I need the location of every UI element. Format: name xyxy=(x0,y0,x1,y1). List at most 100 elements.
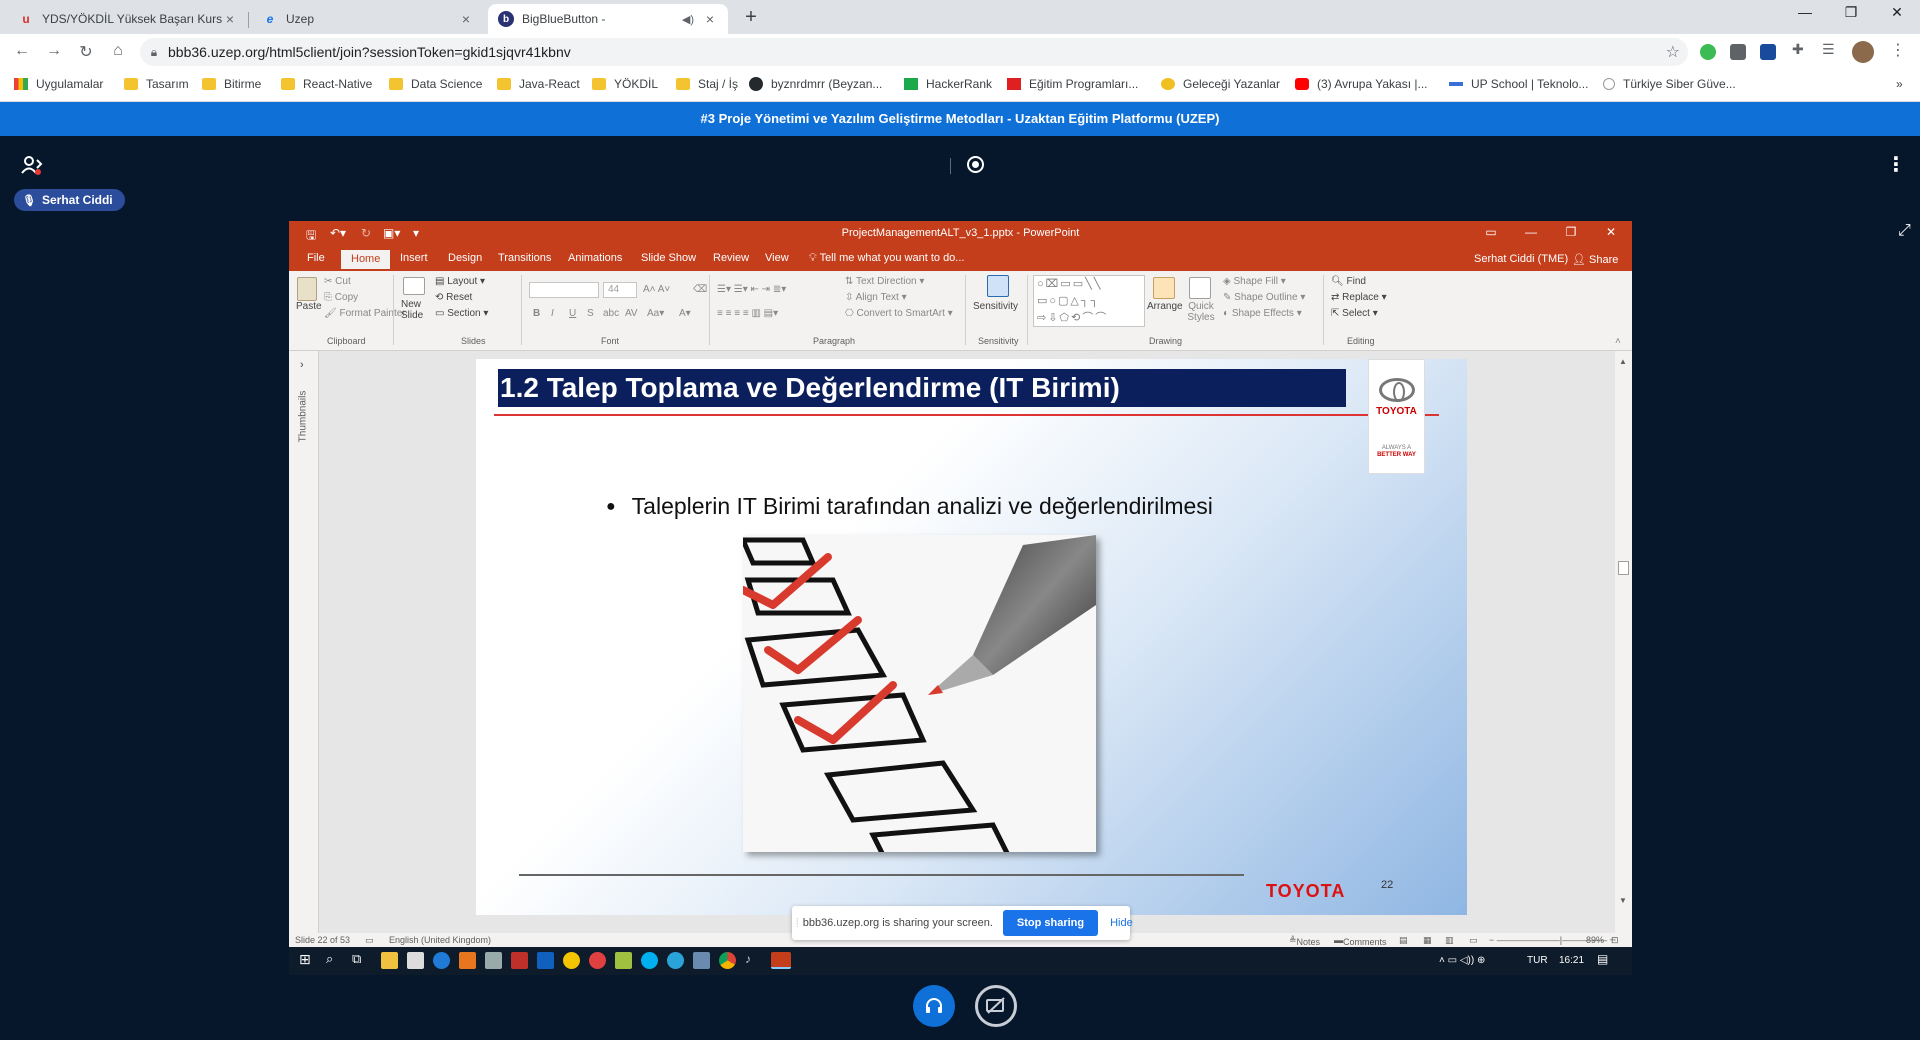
restore-button[interactable]: ❐ xyxy=(1828,4,1874,21)
tab-transitions[interactable]: Transitions xyxy=(498,252,551,264)
sensitivity-icon[interactable] xyxy=(987,275,1009,297)
language-status[interactable]: English (United Kingdom) xyxy=(389,935,491,945)
strikethrough-icon[interactable]: abc xyxy=(603,308,619,319)
convert-smartart-button[interactable]: ⎔ Convert to SmartArt ▾ xyxy=(845,308,953,319)
url-text[interactable]: bbb36.uzep.org/html5client/join?sessionT… xyxy=(168,44,571,60)
vertical-scrollbar[interactable]: ▲ ▼ xyxy=(1615,351,1632,933)
bookmarks-more[interactable]: » xyxy=(1896,77,1903,91)
arrange-button[interactable]: Arrange xyxy=(1147,301,1183,312)
scroll-down-icon[interactable]: ▼ xyxy=(1619,896,1627,905)
address-bar[interactable]: 🔒︎ bbb36.uzep.org/html5client/join?sessi… xyxy=(140,38,1688,66)
user-list-toggle-icon[interactable] xyxy=(20,154,44,181)
replace-button[interactable]: ⇄ Replace ▾ xyxy=(1331,292,1387,303)
store-icon[interactable] xyxy=(407,952,424,969)
bold-icon[interactable]: B xyxy=(533,308,540,319)
underline-icon[interactable]: U xyxy=(569,308,576,319)
search-icon[interactable]: ⌕ xyxy=(326,951,343,968)
playlist-icon[interactable]: ☰ xyxy=(1822,41,1838,57)
tray-icons[interactable]: ˄ ▭ ◁)) ⊕ xyxy=(1439,955,1485,966)
shadow-icon[interactable]: S xyxy=(587,308,594,319)
tab-uzep[interactable]: e Uzep × xyxy=(252,4,484,34)
find-button[interactable]: 🔍︎ Find xyxy=(1331,276,1366,287)
bookmark-github[interactable]: byznrdmrr (Beyzan... xyxy=(749,77,882,91)
new-tab-button[interactable]: + xyxy=(738,6,764,29)
reset-button[interactable]: ⟲ Reset xyxy=(435,292,472,303)
stop-sharing-button[interactable]: Stop sharing xyxy=(1002,910,1099,936)
forward-icon[interactable]: → xyxy=(44,42,64,60)
tab-animations[interactable]: Animations xyxy=(568,252,622,264)
ppt-restore-button[interactable]: ❐ xyxy=(1551,225,1591,239)
bookmark-folder[interactable]: Data Science xyxy=(389,77,482,91)
notes-button[interactable]: ≜ Notes xyxy=(1289,935,1320,947)
scroll-up-icon[interactable]: ▲ xyxy=(1619,357,1627,366)
bookmark-folder[interactable]: React-Native xyxy=(281,77,372,91)
font-grow-icon[interactable]: A˄ A˅ xyxy=(643,284,670,295)
slideshow-view-icon[interactable]: ▭ xyxy=(1469,935,1478,946)
shield-extension-icon[interactable] xyxy=(1700,44,1716,60)
copy-button[interactable]: ⎘ Copy xyxy=(324,292,358,303)
ribbon-display-icon[interactable]: ▭ xyxy=(1471,225,1511,239)
hide-notice-button[interactable]: Hide xyxy=(1110,917,1133,929)
bookmark-siber[interactable]: Türkiye Siber Güve... xyxy=(1603,77,1736,91)
tab-slide-show[interactable]: Slide Show xyxy=(641,252,696,264)
edge-icon[interactable] xyxy=(667,952,684,969)
bookmark-apps[interactable]: Uygulamalar xyxy=(14,77,103,91)
fit-slide-icon[interactable]: ⊡ xyxy=(1611,935,1619,946)
ppt-share-button[interactable]: 👤︎ Share xyxy=(1572,253,1618,266)
font-color-icon[interactable]: A▾ xyxy=(679,308,691,319)
app-yellow-icon[interactable] xyxy=(563,952,580,969)
filezilla-icon[interactable] xyxy=(511,952,528,969)
options-kebab-icon[interactable]: ⋮ xyxy=(1886,152,1906,177)
outlook-icon[interactable] xyxy=(537,952,554,969)
menu-kebab-icon[interactable]: ⋮ xyxy=(1890,40,1906,59)
tab-bigbluebutton[interactable]: b BigBlueButton - ◀) × xyxy=(488,4,728,34)
input-language[interactable]: TUR xyxy=(1527,955,1548,966)
clear-format-icon[interactable]: ⌫ xyxy=(693,284,707,295)
back-icon[interactable]: ← xyxy=(12,42,32,60)
bookmark-upschool[interactable]: UP School | Teknolo... xyxy=(1449,77,1588,91)
tell-me-box[interactable]: 💡︎ Tell me what you want to do... xyxy=(809,252,964,265)
tab-insert[interactable]: Insert xyxy=(400,252,428,264)
comments-button[interactable]: ▬ Comments xyxy=(1334,935,1387,947)
font-name-input[interactable] xyxy=(529,282,599,298)
minimize-button[interactable]: — xyxy=(1782,4,1828,20)
tab-home[interactable]: Home xyxy=(341,250,391,269)
align-text-button[interactable]: ⇳ Align Text ▾ xyxy=(845,292,907,303)
speaker-icon[interactable]: ◀) xyxy=(682,13,694,26)
ppt-close-button[interactable]: ✕ xyxy=(1591,225,1631,239)
bookmark-folder[interactable]: YÖKDİL xyxy=(592,77,658,91)
bookmark-folder[interactable]: Java-React xyxy=(497,77,580,91)
close-icon[interactable]: × xyxy=(702,11,718,27)
record-icon[interactable] xyxy=(967,156,984,173)
bookmark-folder[interactable]: Staj / İş xyxy=(676,77,738,91)
collapse-ribbon-icon[interactable]: ˄ xyxy=(1615,336,1621,347)
audio-headset-button[interactable] xyxy=(913,985,955,1027)
select-button[interactable]: ⇱ Select ▾ xyxy=(1331,308,1378,319)
star-icon[interactable]: ☆ xyxy=(1666,42,1680,62)
bullets-icon[interactable]: ☰▾ ☰▾ ⇤ ⇥ ≣▾ xyxy=(717,284,786,295)
app-feather-icon[interactable]: ♪ xyxy=(745,952,762,969)
bookmark-folder[interactable]: Tasarım xyxy=(124,77,189,91)
change-case-icon[interactable]: Aa▾ xyxy=(647,308,664,319)
normal-view-icon[interactable]: ▤ xyxy=(1399,935,1408,946)
sensitivity-button[interactable]: Sensitivity xyxy=(973,301,1018,312)
close-window-button[interactable]: ✕ xyxy=(1874,4,1920,21)
slide-sorter-icon[interactable]: ▦ xyxy=(1423,935,1432,946)
italic-icon[interactable]: I xyxy=(551,308,554,319)
shapes-gallery[interactable]: ○⌧▭▭╲╲ ▭○▢△┐┐ ⇨⇩⬠⟲⌒⌒ xyxy=(1033,275,1145,327)
paste-button[interactable]: Paste xyxy=(296,301,322,312)
task-view-icon[interactable]: ⧉ xyxy=(352,951,369,968)
close-icon[interactable]: × xyxy=(222,11,238,27)
tab-yds-kurs[interactable]: u YDS/YÖKDİL Yüksek Başarı Kursu × xyxy=(8,4,248,34)
windows-start-icon[interactable]: ⊞ xyxy=(299,951,316,968)
quick-styles-icon[interactable] xyxy=(1189,277,1211,299)
thumbnails-pane[interactable]: › Thumbnails xyxy=(289,351,319,933)
new-slide-button[interactable]: New Slide xyxy=(401,299,431,321)
app-green-icon[interactable] xyxy=(615,952,632,969)
file-explorer-icon[interactable] xyxy=(381,952,398,969)
bookmark-folder[interactable]: Bitirme xyxy=(202,77,261,91)
notification-icon[interactable]: ▤ xyxy=(1597,952,1614,969)
app-blue-icon[interactable] xyxy=(693,952,710,969)
talking-user-indicator[interactable]: 🎙︎ Serhat Ciddi xyxy=(14,189,125,211)
text-direction-button[interactable]: ⇅ Text Direction ▾ xyxy=(845,276,924,287)
